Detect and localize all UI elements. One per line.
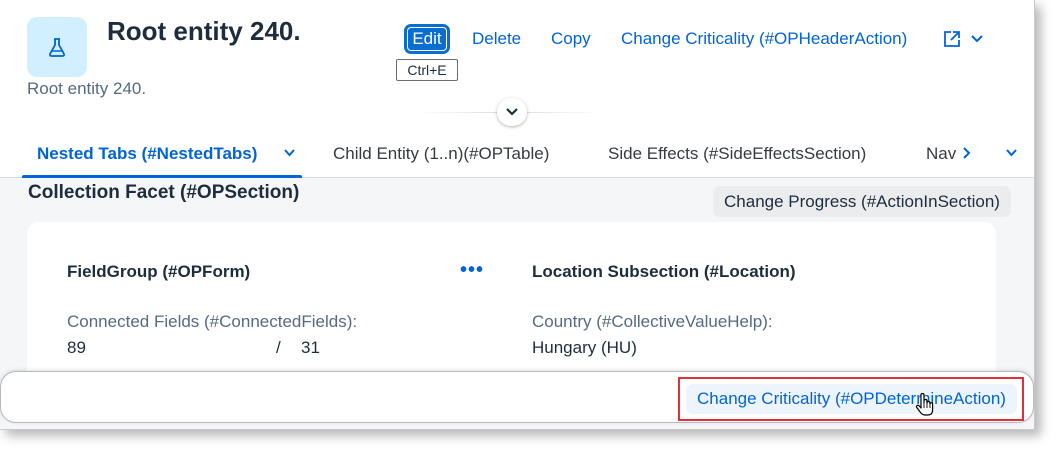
connected-field-separator: / xyxy=(276,338,281,357)
edit-button[interactable]: Edit xyxy=(404,24,450,54)
chevron-right-icon[interactable] xyxy=(962,146,972,160)
chevron-down-icon[interactable] xyxy=(283,148,296,158)
hidden-content-peek xyxy=(0,423,1034,429)
highlight-box xyxy=(678,377,1024,421)
tab-nested-tabs[interactable]: Nested Tabs (#NestedTabs) xyxy=(37,144,257,164)
chevron-down-icon xyxy=(506,108,518,116)
change-criticality-header-button[interactable]: Change Criticality (#OPHeaderAction) xyxy=(621,29,907,49)
flask-icon xyxy=(49,38,65,57)
object-page-header: Root entity 240. Root entity 240. Edit C… xyxy=(0,0,1034,180)
country-value: Hungary (HU) xyxy=(532,338,637,357)
delete-button[interactable]: Delete xyxy=(472,29,521,49)
tab-child-entity[interactable]: Child Entity (1..n)(#OPTable) xyxy=(333,144,549,164)
chevron-down-icon[interactable] xyxy=(1005,148,1018,158)
share-menu-button[interactable] xyxy=(942,29,984,49)
tab-nav[interactable]: Nav xyxy=(926,144,956,164)
change-progress-button[interactable]: Change Progress (#ActionInSection) xyxy=(713,186,1011,217)
avatar xyxy=(27,17,87,77)
collapse-header-button[interactable] xyxy=(497,98,527,126)
object-page: Root entity 240. Root entity 240. Edit C… xyxy=(0,0,1035,430)
copy-button[interactable]: Copy xyxy=(551,29,591,49)
share-icon xyxy=(944,31,960,47)
more-actions-button[interactable]: ••• xyxy=(460,259,484,282)
section-title: Collection Facet (#OPSection) xyxy=(28,182,300,203)
edit-shortcut-tooltip: Ctrl+E xyxy=(396,59,458,81)
connected-fields-label: Connected Fields (#ConnectedFields): xyxy=(67,312,358,331)
country-label: Country (#CollectiveValueHelp): xyxy=(532,312,773,331)
location-subsection-title: Location Subsection (#Location) xyxy=(532,262,796,281)
connected-field-value-a: 89 xyxy=(67,338,86,357)
hand-cursor-icon xyxy=(915,393,934,416)
chevron-down-icon xyxy=(971,35,983,43)
tab-side-effects[interactable]: Side Effects (#SideEffectsSection) xyxy=(608,144,866,164)
anchor-bar: Nested Tabs (#NestedTabs) Child Entity (… xyxy=(0,130,1034,178)
page-subtitle: Root entity 240. xyxy=(27,79,147,98)
fieldgroup-title: FieldGroup (#OPForm) xyxy=(67,262,251,281)
connected-field-value-b: 31 xyxy=(301,338,320,357)
page-title: Root entity 240. xyxy=(107,16,301,46)
